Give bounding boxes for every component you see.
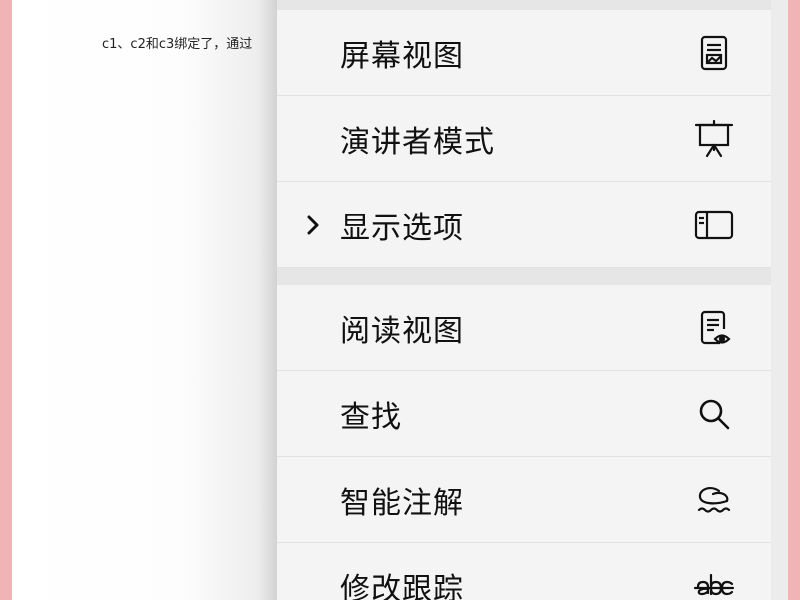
menu-item-label: 演讲者模式: [340, 124, 495, 160]
screen-view-icon: [693, 32, 735, 74]
menu-item-find[interactable]: 查找: [277, 371, 771, 457]
menu-group-view: 屏幕视图 演讲者模式 显示选项: [277, 10, 771, 268]
menu-item-reading-view[interactable]: 阅读视图: [277, 285, 771, 371]
menu-item-presenter-mode[interactable]: 演讲者模式: [277, 96, 771, 182]
smart-annotation-icon: [693, 479, 735, 521]
menu-item-label: 查找: [340, 399, 402, 435]
menu-item-label: 智能注解: [340, 485, 464, 521]
menu-item-label: 屏幕视图: [340, 38, 464, 74]
menu-shadow: [258, 0, 278, 600]
menu-item-label: 阅读视图: [340, 313, 464, 349]
search-icon: [693, 393, 735, 435]
menu-item-track-changes[interactable]: 修改跟踪: [277, 543, 771, 600]
track-changes-icon: [693, 565, 735, 600]
menu-item-label: 显示选项: [340, 210, 464, 246]
display-panel-icon: [693, 204, 735, 246]
menu-item-smart-annotation[interactable]: 智能注解: [277, 457, 771, 543]
reading-view-icon: [693, 307, 735, 349]
menu-item-screen-view[interactable]: 屏幕视图: [277, 10, 771, 96]
view-menu: 屏幕视图 演讲者模式 显示选项 阅读视图 查找 智能注解 修改跟踪: [277, 0, 771, 600]
presenter-easel-icon: [693, 118, 735, 160]
menu-item-display-options[interactable]: 显示选项: [277, 182, 771, 268]
chevron-right-icon: [305, 214, 321, 236]
menu-group-tools: 阅读视图 查找 智能注解 修改跟踪: [277, 285, 771, 600]
menu-right-edge: [771, 0, 788, 600]
menu-item-label: 修改跟踪: [340, 571, 464, 600]
